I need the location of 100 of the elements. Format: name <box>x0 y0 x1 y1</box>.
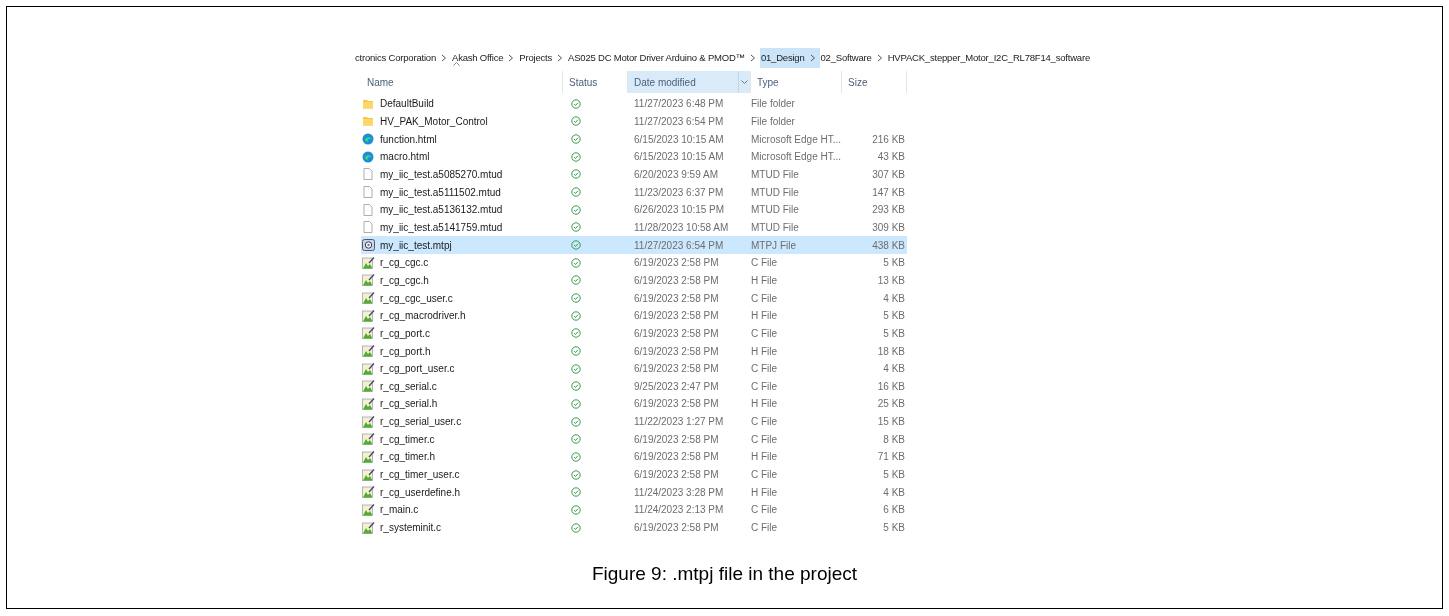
file-row[interactable]: my_iic_test.mtpj 11/27/2023 6:54 PM MTPJ File 438 KB <box>361 236 907 254</box>
check-circle-icon <box>571 134 581 145</box>
size-text: 71 KB <box>877 450 905 465</box>
column-header[interactable]: Type <box>751 71 841 93</box>
file-row[interactable]: r_cg_timer.h 6/19/2023 2:58 PM H File 71 KB <box>361 448 907 466</box>
gear-document-icon <box>362 239 375 252</box>
size-text: 309 KB <box>872 220 905 235</box>
check-circle-icon <box>571 434 581 445</box>
image-document-icon <box>362 450 375 463</box>
size-text: 5 KB <box>883 521 905 536</box>
breadcrumb-item[interactable]: 01_Design <box>759 48 806 68</box>
date-text: 11/27/2023 6:54 PM <box>634 239 724 251</box>
check-circle-icon <box>571 187 581 198</box>
file-row[interactable]: r_cg_port_user.c 6/19/2023 2:58 PM C File 4 KB <box>361 359 907 378</box>
image-document-icon <box>362 380 375 393</box>
type-text: C File <box>751 257 778 269</box>
date-text: 11/27/2023 6:54 PM <box>634 116 724 127</box>
image-document-icon <box>362 486 375 499</box>
file-row[interactable]: r_systeminit.c 6/19/2023 2:58 PM C File 5 KB <box>361 518 907 537</box>
image-document-icon <box>362 309 375 322</box>
file-row[interactable]: r_cg_timer_user.c 6/19/2023 2:58 PM C File 5 KB <box>361 465 907 484</box>
file-row[interactable]: r_cg_cgc.h 6/19/2023 2:58 PM H File 13 KB <box>361 271 907 290</box>
document-icon <box>362 186 374 199</box>
breadcrumb-item[interactable]: HVPACK_stepper_Motor_I2C_RL78F14_software <box>886 48 1091 68</box>
type-text: H File <box>751 486 778 498</box>
check-circle-icon <box>571 416 581 427</box>
file-row[interactable]: HV_PAK_Motor_Control 11/27/2023 6:54 PM File folder <box>361 112 907 131</box>
file-row[interactable]: r_cg_port.c 6/19/2023 2:58 PM C File 5 KB <box>361 324 907 343</box>
file-row[interactable]: r_cg_serial.h 6/19/2023 2:58 PM H File 25 KB <box>361 395 907 413</box>
image-document-icon <box>362 292 375 305</box>
file-row[interactable]: r_cg_timer.c 6/19/2023 2:58 PM C File 8 KB <box>361 430 907 449</box>
file-row[interactable]: my_iic_test.a5136132.mtud 6/26/2023 10:15 PM MTUD File 293 KB <box>361 200 907 219</box>
size-text: 5 KB <box>883 468 905 483</box>
date-text: 6/19/2023 2:58 PM <box>634 522 719 534</box>
size-text: 5 KB <box>883 256 905 271</box>
file-row[interactable]: r_cg_serial_user.c 11/22/2023 1:27 PM C File 15 KB <box>361 412 907 431</box>
breadcrumb-item[interactable]: Akash Office <box>451 48 505 68</box>
type-text: H File <box>751 451 778 463</box>
date-text: 11/23/2023 6:37 PM <box>634 186 724 198</box>
file-row[interactable]: my_iic_test.a5085270.mtud 6/20/2023 9:59 AM MTUD File 307 KB <box>361 165 907 184</box>
check-circle-icon <box>571 169 581 180</box>
file-row[interactable]: r_cg_userdefine.h 11/24/2023 3:28 PM H File 4 KB <box>361 483 907 502</box>
size-text: 216 KB <box>872 132 905 147</box>
file-row[interactable]: my_iic_test.a5111502.mtud 11/23/2023 6:37 PM MTUD File 147 KB <box>361 183 907 201</box>
dropdown-button[interactable] <box>738 71 750 93</box>
folder-icon <box>362 97 374 110</box>
document-icon <box>362 203 374 216</box>
date-text: 6/26/2023 10:15 PM <box>634 204 725 216</box>
type-text: Microsoft Edge HT... <box>751 151 842 163</box>
file-name: r_cg_cgc_user.c <box>380 291 453 306</box>
date-text: 6/20/2023 9:59 AM <box>634 168 718 180</box>
breadcrumb-item[interactable]: 02_Software <box>819 48 873 68</box>
date-text: 6/19/2023 2:58 PM <box>634 433 719 445</box>
type-text: C File <box>751 416 778 428</box>
chevron-icon <box>557 54 564 62</box>
breadcrumb-item[interactable]: ctronics Corporation <box>354 48 437 68</box>
document-icon <box>362 221 374 234</box>
file-row[interactable]: r_main.c 11/24/2023 2:13 PM C File 6 KB <box>361 501 907 519</box>
image-document-icon <box>362 398 375 410</box>
image-document-icon <box>362 345 375 357</box>
image-document-icon <box>362 521 375 534</box>
image-document-icon <box>362 468 375 481</box>
file-row[interactable]: DefaultBuild 11/27/2023 6:48 PM File folder <box>361 95 907 113</box>
file-row[interactable]: r_cg_port.h 6/19/2023 2:58 PM H File 18 KB <box>361 342 907 360</box>
file-name: function.html <box>380 132 437 147</box>
column-header[interactable]: Date modified <box>628 71 738 93</box>
type-text: C File <box>751 380 778 392</box>
check-circle-icon <box>571 275 581 286</box>
date-text: 6/15/2023 10:15 AM <box>634 133 724 145</box>
check-circle-icon <box>571 469 581 480</box>
size-text: 307 KB <box>872 167 905 182</box>
globe-swirl-icon <box>362 133 374 146</box>
file-row[interactable]: function.html 6/15/2023 10:15 AM Microsoft Edge HT... 216 KB <box>361 130 907 148</box>
type-text: H File <box>751 345 778 357</box>
date-text: 11/27/2023 6:48 PM <box>634 98 724 110</box>
file-row[interactable]: r_cg_cgc_user.c 6/19/2023 2:58 PM C File 4 KB <box>361 289 907 307</box>
image-document-icon <box>362 327 375 340</box>
size-text: 438 KB <box>872 238 905 253</box>
size-text: 5 KB <box>883 309 905 324</box>
file-row[interactable]: r_cg_cgc.c 6/19/2023 2:58 PM C File 5 KB <box>361 253 907 272</box>
file-row[interactable]: my_iic_test.a5141759.mtud 11/28/2023 10:58 AM MTUD File 309 KB <box>361 218 907 237</box>
check-circle-icon <box>571 363 581 374</box>
image-document-icon <box>362 503 375 516</box>
size-text: 6 KB <box>883 503 905 518</box>
breadcrumb-item[interactable]: AS025 DC Motor Driver Arduino & PMOD™ <box>567 48 746 68</box>
column-header[interactable]: Status <box>563 71 627 93</box>
file-name: r_systeminit.c <box>380 521 442 536</box>
file-row[interactable]: r_cg_macrodriver.h 6/19/2023 2:58 PM H File 5 KB <box>361 306 907 325</box>
size-text: 4 KB <box>883 362 905 377</box>
file-row[interactable]: macro.html 6/15/2023 10:15 AM Microsoft Edge HT... 43 KB <box>361 147 907 166</box>
check-circle-icon <box>571 293 581 304</box>
file-name: r_cg_port.c <box>380 326 431 341</box>
size-text: 293 KB <box>872 203 905 218</box>
check-circle-icon <box>571 116 581 127</box>
file-name: my_iic_test.a5085270.mtud <box>380 167 503 182</box>
column-header[interactable]: Name <box>361 71 562 93</box>
check-circle-icon <box>571 310 581 321</box>
breadcrumb-item[interactable]: Projects <box>518 48 554 68</box>
column-header[interactable]: Size <box>842 71 906 93</box>
file-row[interactable]: r_cg_serial.c 9/25/2023 2:47 PM C File 16 KB <box>361 377 907 396</box>
